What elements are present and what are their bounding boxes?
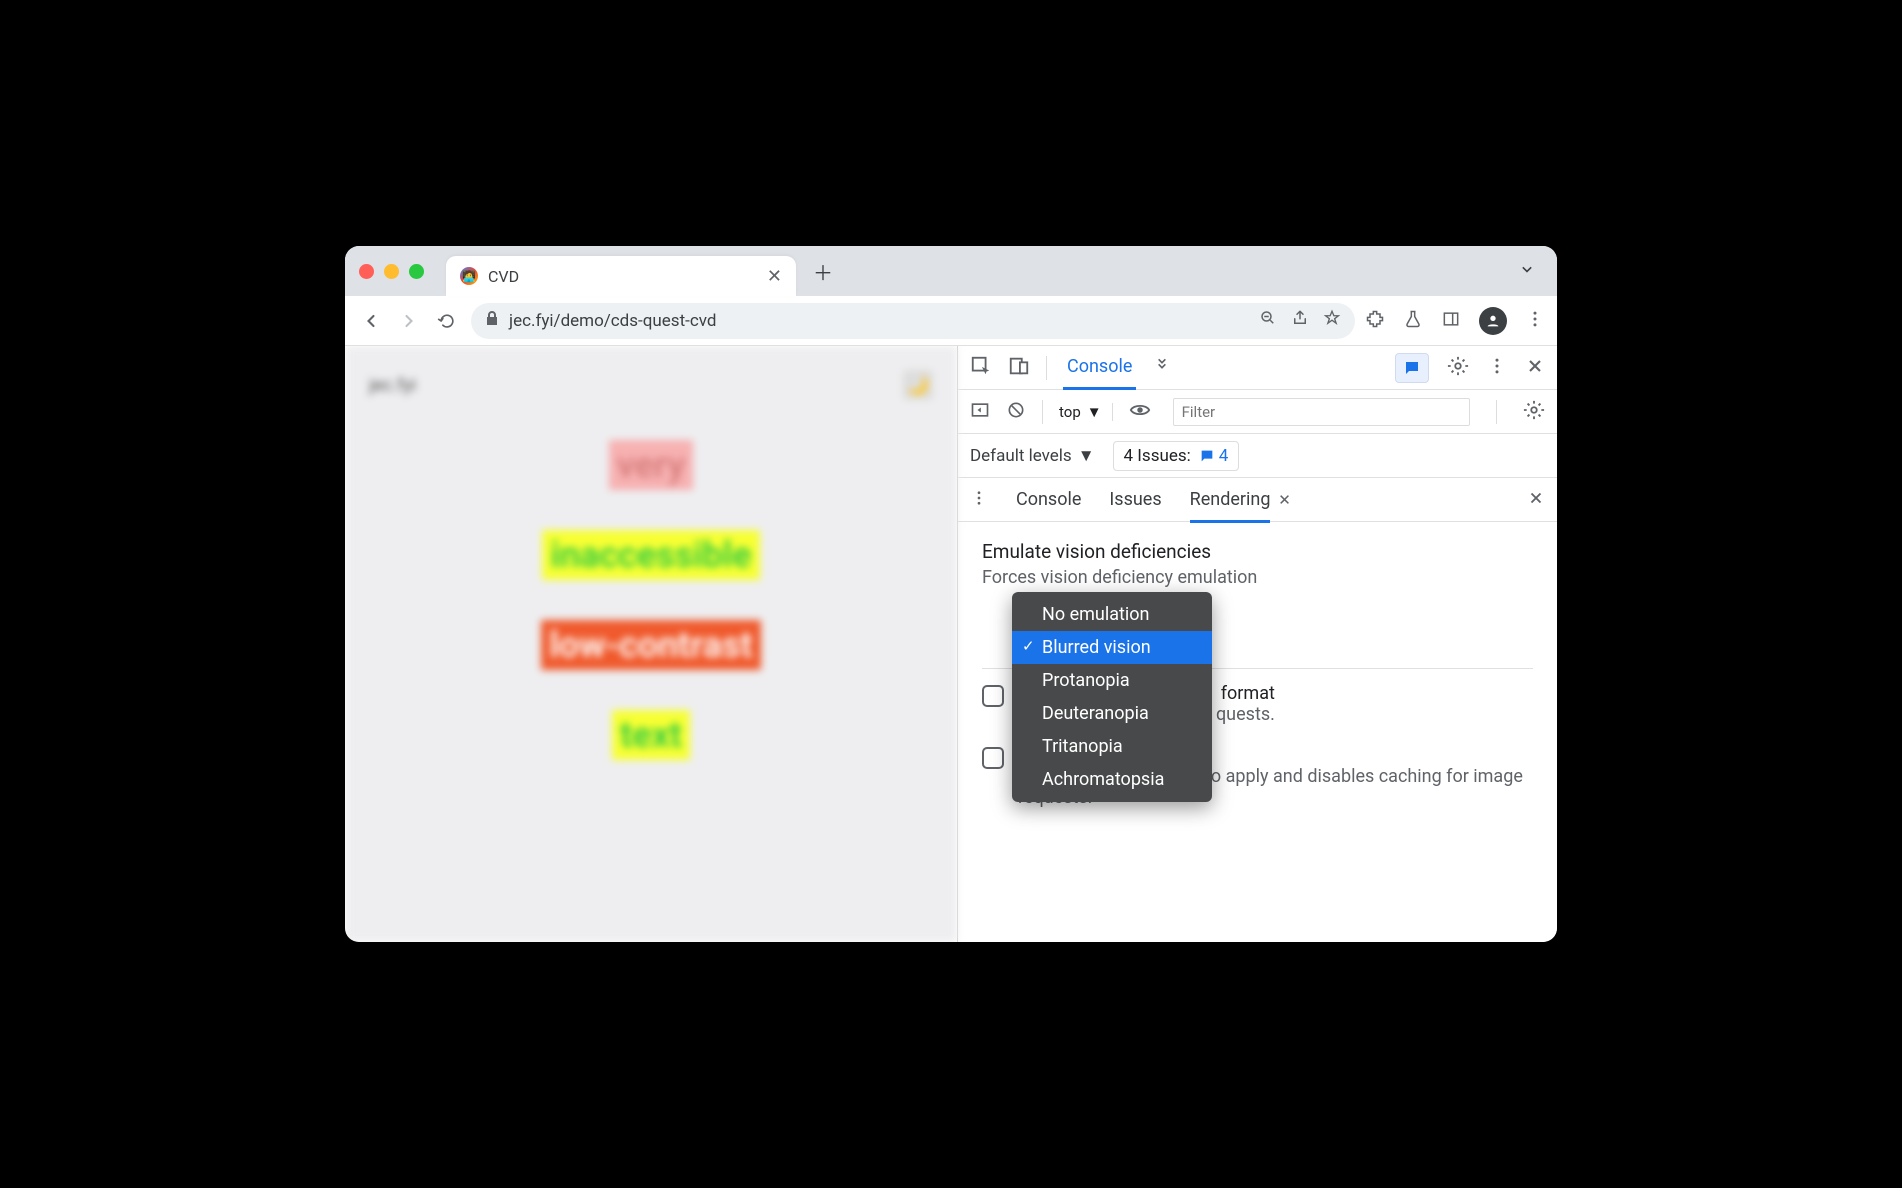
issues-notification-icon[interactable]: [1395, 353, 1429, 383]
address-bar[interactable]: jec.fyi/demo/cds-quest-cvd: [471, 303, 1355, 339]
section-description: Forces vision deficiency emulation: [982, 567, 1533, 588]
issues-count: 4: [1219, 446, 1229, 466]
menu-icon[interactable]: [1525, 309, 1545, 333]
labs-icon[interactable]: [1403, 309, 1423, 333]
format-checkbox-1[interactable]: [982, 685, 1004, 707]
close-devtools-icon[interactable]: [1525, 356, 1545, 380]
device-toggle-icon[interactable]: [1008, 355, 1030, 381]
dropdown-option[interactable]: Deuteranopia: [1012, 697, 1212, 730]
console-settings-icon[interactable]: [1523, 399, 1545, 425]
sample-word: low-contrast: [541, 620, 760, 670]
tabs-dropdown-button[interactable]: [1511, 253, 1543, 289]
close-tab-button[interactable]: ✕: [767, 266, 782, 287]
dropdown-option[interactable]: Protanopia: [1012, 664, 1212, 697]
kebab-icon[interactable]: [1487, 356, 1507, 380]
back-button[interactable]: [357, 307, 385, 335]
share-icon[interactable]: [1291, 309, 1309, 332]
issues-label: 4 Issues:: [1124, 446, 1191, 466]
minimize-window-button[interactable]: [384, 264, 399, 279]
more-tabs-icon[interactable]: [1152, 356, 1172, 380]
close-tab-icon[interactable]: ✕: [1278, 491, 1291, 509]
forward-button[interactable]: [395, 307, 423, 335]
url-text: jec.fyi/demo/cds-quest-cvd: [509, 311, 716, 331]
page-viewport: jec.fyi 🌙 very inaccessible low-contrast…: [345, 346, 957, 942]
sample-word: inaccessible: [542, 530, 759, 580]
inspect-icon[interactable]: [970, 355, 992, 381]
extensions-icon[interactable]: [1365, 309, 1385, 333]
settings-icon[interactable]: [1447, 355, 1469, 381]
devtools-panel: Console: [957, 346, 1557, 942]
reload-button[interactable]: [433, 307, 461, 335]
bookmark-star-icon[interactable]: [1323, 309, 1341, 332]
clear-console-icon[interactable]: [1006, 400, 1026, 424]
close-window-button[interactable]: [359, 264, 374, 279]
lock-icon: [485, 310, 499, 331]
profile-avatar[interactable]: [1479, 307, 1507, 335]
tab-title: CVD: [488, 267, 757, 286]
new-tab-button[interactable]: ＋: [808, 256, 838, 286]
toolbar: jec.fyi/demo/cds-quest-cvd: [345, 296, 1557, 346]
close-drawer-icon[interactable]: [1527, 489, 1545, 511]
titlebar: 🧑‍💻 CVD ✕ ＋: [345, 246, 1557, 296]
context-value: top: [1059, 403, 1081, 421]
window-controls: [359, 264, 424, 279]
live-expression-icon[interactable]: [1129, 399, 1151, 425]
dropdown-caret-icon: ▼: [1078, 446, 1095, 466]
dark-mode-toggle[interactable]: 🌙: [903, 370, 933, 400]
maximize-window-button[interactable]: [409, 264, 424, 279]
console-sidebar-toggle-icon[interactable]: [970, 400, 990, 424]
dropdown-option[interactable]: Achromatopsia: [1012, 763, 1212, 796]
dropdown-option[interactable]: Blurred vision: [1012, 631, 1212, 664]
sample-word: very: [609, 440, 693, 490]
checkbox-label: format: [1221, 683, 1275, 704]
drawer-tab-rendering[interactable]: Rendering: [1190, 479, 1271, 523]
drawer-kebab-icon[interactable]: [970, 489, 988, 511]
side-panel-icon[interactable]: [1441, 309, 1461, 333]
drawer-tab-console[interactable]: Console: [1016, 479, 1081, 520]
log-levels-selector[interactable]: Default levels ▼: [970, 446, 1095, 466]
favicon-icon: 🧑‍💻: [460, 267, 478, 285]
drawer-tab-issues[interactable]: Issues: [1109, 479, 1161, 520]
context-selector[interactable]: top ▼: [1059, 403, 1113, 421]
browser-window: 🧑‍💻 CVD ✕ ＋ jec.f: [345, 246, 1557, 942]
site-label: jec.fyi: [369, 375, 416, 396]
filter-input[interactable]: [1173, 398, 1470, 426]
log-levels-label: Default levels: [970, 446, 1072, 466]
issues-pill[interactable]: 4 Issues: 4: [1113, 441, 1240, 471]
dropdown-option[interactable]: No emulation: [1012, 598, 1212, 631]
dropdown-caret-icon: ▼: [1087, 403, 1102, 421]
console-tab[interactable]: Console: [1063, 346, 1136, 390]
section-title: Emulate vision deficiencies: [982, 540, 1533, 563]
vision-deficiency-dropdown[interactable]: No emulation Blurred vision Protanopia D…: [1012, 592, 1212, 802]
dropdown-option[interactable]: Tritanopia: [1012, 730, 1212, 763]
browser-tab[interactable]: 🧑‍💻 CVD ✕: [446, 256, 796, 296]
sample-word: text: [612, 710, 690, 760]
zoom-icon[interactable]: [1259, 309, 1277, 332]
format-checkbox-2[interactable]: [982, 747, 1004, 769]
